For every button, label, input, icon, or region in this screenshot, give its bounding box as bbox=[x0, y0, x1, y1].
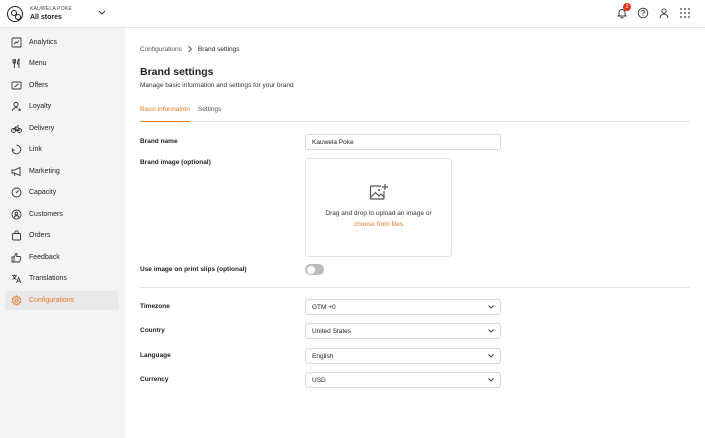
chevron-down-icon bbox=[488, 378, 494, 382]
brand-image-label: Brand image (optional) bbox=[140, 159, 211, 166]
sidebar-item-capacity[interactable]: Capacity bbox=[5, 183, 119, 202]
language-select[interactable]: English bbox=[305, 348, 501, 364]
top-bar: KAUWELA POKE All stores 3 bbox=[0, 0, 705, 28]
brand-name-input[interactable] bbox=[305, 134, 501, 150]
tab-basic-information[interactable]: Basic information bbox=[140, 104, 190, 122]
sidebar-item-orders[interactable]: Orders bbox=[5, 226, 119, 245]
breadcrumb: Configurations Brand settings bbox=[140, 45, 239, 53]
notification-badge: 3 bbox=[623, 3, 631, 11]
bag-icon bbox=[11, 230, 22, 241]
tabs: Basic information Settings bbox=[140, 104, 690, 122]
sidebar-item-label: Delivery bbox=[29, 125, 55, 132]
tab-settings[interactable]: Settings bbox=[198, 104, 222, 122]
thumbs-up-icon bbox=[11, 252, 22, 263]
sidebar-item-label: Link bbox=[29, 146, 42, 153]
link-icon bbox=[11, 144, 22, 155]
sidebar-item-translations[interactable]: Translations bbox=[5, 269, 119, 288]
page-subtitle: Manage basic information and settings fo… bbox=[140, 82, 294, 89]
page-title: Brand settings bbox=[140, 66, 214, 78]
timezone-value: GTM +0 bbox=[312, 303, 336, 311]
choose-from-files-link[interactable]: choose from files bbox=[354, 221, 403, 228]
gear-icon bbox=[11, 295, 22, 306]
country-select[interactable]: United States bbox=[305, 323, 501, 339]
timezone-label: Timezone bbox=[140, 303, 170, 310]
chevron-down-icon bbox=[488, 354, 494, 358]
sidebar-item-label: Translations bbox=[29, 275, 67, 282]
country-value: United States bbox=[312, 327, 352, 335]
analytics-icon bbox=[11, 37, 22, 48]
breadcrumb-current: Brand settings bbox=[197, 45, 240, 53]
sidebar-item-label: Marketing bbox=[29, 168, 60, 175]
sidebar-item-label: Capacity bbox=[29, 189, 57, 196]
breadcrumb-parent[interactable]: Configurations bbox=[140, 46, 182, 53]
sidebar-item-delivery[interactable]: Delivery bbox=[5, 119, 119, 138]
sidebar-item-offers[interactable]: Offers bbox=[5, 76, 119, 95]
sidebar: Analytics Menu Offers Loyalty Delivery L… bbox=[0, 28, 125, 438]
sidebar-item-analytics[interactable]: Analytics bbox=[5, 33, 119, 52]
sidebar-item-label: Customers bbox=[29, 211, 63, 218]
sidebar-item-configurations[interactable]: Configurations bbox=[5, 291, 119, 310]
notification-bell-icon[interactable]: 3 bbox=[615, 3, 631, 19]
currency-label: Currency bbox=[140, 376, 169, 383]
dropzone-text: Drag and drop to upload an image or bbox=[325, 210, 432, 217]
store-brand: KAUWELA POKE bbox=[30, 6, 72, 12]
apps-grid-icon[interactable] bbox=[678, 6, 691, 19]
chevron-down-icon bbox=[488, 305, 494, 309]
currency-select[interactable]: USD bbox=[305, 372, 501, 388]
chevron-down-icon bbox=[488, 329, 494, 333]
sidebar-item-label: Feedback bbox=[29, 254, 60, 261]
sidebar-item-menu[interactable]: Menu bbox=[5, 54, 119, 73]
country-label: Country bbox=[140, 327, 165, 334]
user-star-icon bbox=[11, 101, 22, 112]
language-label: Language bbox=[140, 352, 171, 359]
bike-icon bbox=[11, 123, 22, 134]
timezone-select[interactable]: GTM +0 bbox=[305, 299, 501, 315]
sidebar-item-link[interactable]: Link bbox=[5, 140, 119, 159]
gauge-icon bbox=[11, 187, 22, 198]
divider bbox=[140, 287, 690, 288]
currency-value: USD bbox=[312, 376, 326, 384]
sidebar-item-label: Offers bbox=[29, 82, 48, 89]
store-logo-icon bbox=[7, 6, 23, 22]
top-icons: 3 bbox=[615, 3, 691, 19]
print-slips-toggle[interactable] bbox=[305, 264, 324, 275]
sidebar-item-marketing[interactable]: Marketing bbox=[5, 162, 119, 181]
store-switcher[interactable]: KAUWELA POKE All stores bbox=[7, 4, 72, 24]
store-text: KAUWELA POKE All stores bbox=[30, 6, 72, 22]
chevron-down-icon[interactable] bbox=[97, 3, 107, 23]
chevron-right-icon bbox=[188, 45, 193, 53]
brand-image-dropzone[interactable]: Drag and drop to upload an image or choo… bbox=[305, 158, 452, 257]
user-icon[interactable] bbox=[657, 6, 670, 19]
language-value: English bbox=[312, 352, 334, 360]
sidebar-item-label: Orders bbox=[29, 232, 51, 239]
store-name: All stores bbox=[30, 14, 62, 21]
sidebar-item-label: Loyalty bbox=[29, 103, 52, 110]
main-content: Configurations Brand settings Brand sett… bbox=[125, 28, 705, 438]
sidebar-item-label: Configurations bbox=[29, 297, 75, 304]
print-slips-label: Use image on print slips (optional) bbox=[140, 266, 247, 273]
brand-name-label: Brand name bbox=[140, 138, 178, 145]
sidebar-item-loyalty[interactable]: Loyalty bbox=[5, 97, 119, 116]
translate-icon bbox=[11, 273, 22, 284]
sidebar-item-label: Analytics bbox=[29, 39, 58, 46]
sidebar-item-label: Menu bbox=[29, 60, 47, 67]
add-image-icon bbox=[369, 184, 388, 200]
customers-icon bbox=[11, 209, 22, 220]
sidebar-item-feedback[interactable]: Feedback bbox=[5, 248, 119, 267]
help-icon[interactable] bbox=[636, 6, 649, 19]
ticket-icon bbox=[11, 80, 22, 91]
megaphone-icon bbox=[11, 166, 22, 177]
sidebar-item-customers[interactable]: Customers bbox=[5, 205, 119, 224]
cutlery-icon bbox=[11, 58, 22, 69]
